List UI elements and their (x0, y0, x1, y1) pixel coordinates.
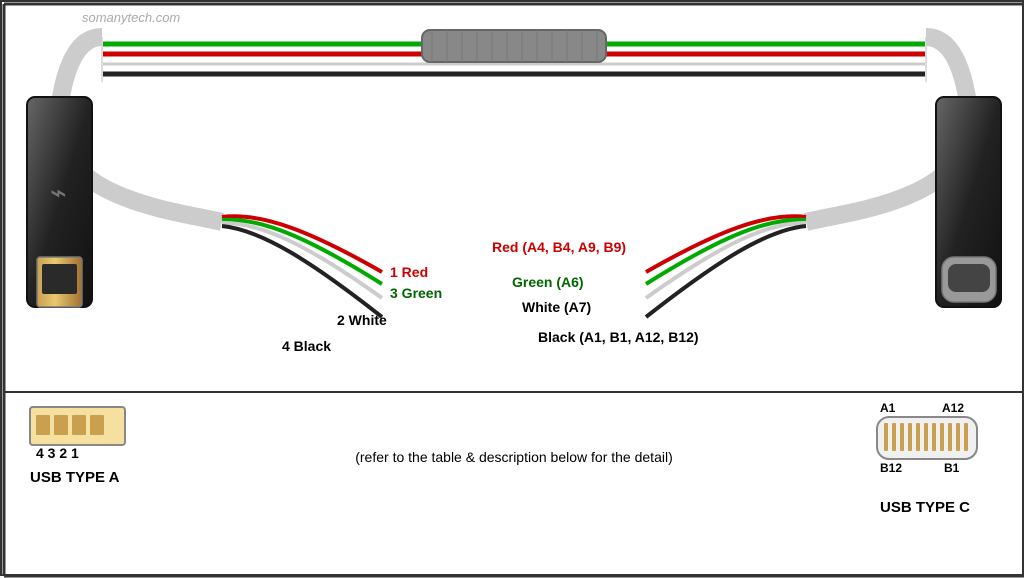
main-container: somanytech.com (0, 0, 1024, 576)
svg-text:B1: B1 (944, 461, 960, 475)
svg-text:3 Green: 3 Green (390, 285, 442, 301)
svg-text:4 3 2 1: 4 3 2 1 (36, 445, 79, 461)
svg-text:USB TYPE A: USB TYPE A (30, 469, 120, 486)
svg-text:⌁: ⌁ (50, 177, 67, 208)
svg-text:1 Red: 1 Red (390, 264, 428, 280)
svg-text:Green (A6): Green (A6) (512, 274, 584, 290)
svg-text:Black (A1, B1, A12, B12): Black (A1, B1, A12, B12) (538, 329, 699, 345)
svg-text:USB TYPE C: USB TYPE C (880, 499, 970, 516)
svg-text:A12: A12 (942, 401, 964, 415)
svg-text:A1: A1 (880, 401, 896, 415)
svg-text:Red (A4, B4, A9, B9): Red (A4, B4, A9, B9) (492, 239, 626, 255)
svg-text:White (A7): White (A7) (522, 299, 591, 315)
diagram-svg: ⌁ 1 Red 3 G (2, 2, 1024, 578)
svg-text:B12: B12 (880, 461, 902, 475)
svg-text:2 White: 2 White (337, 312, 387, 328)
svg-text:4 Black: 4 Black (282, 338, 331, 354)
svg-text:(refer to the table & descript: (refer to the table & description below … (355, 449, 673, 465)
